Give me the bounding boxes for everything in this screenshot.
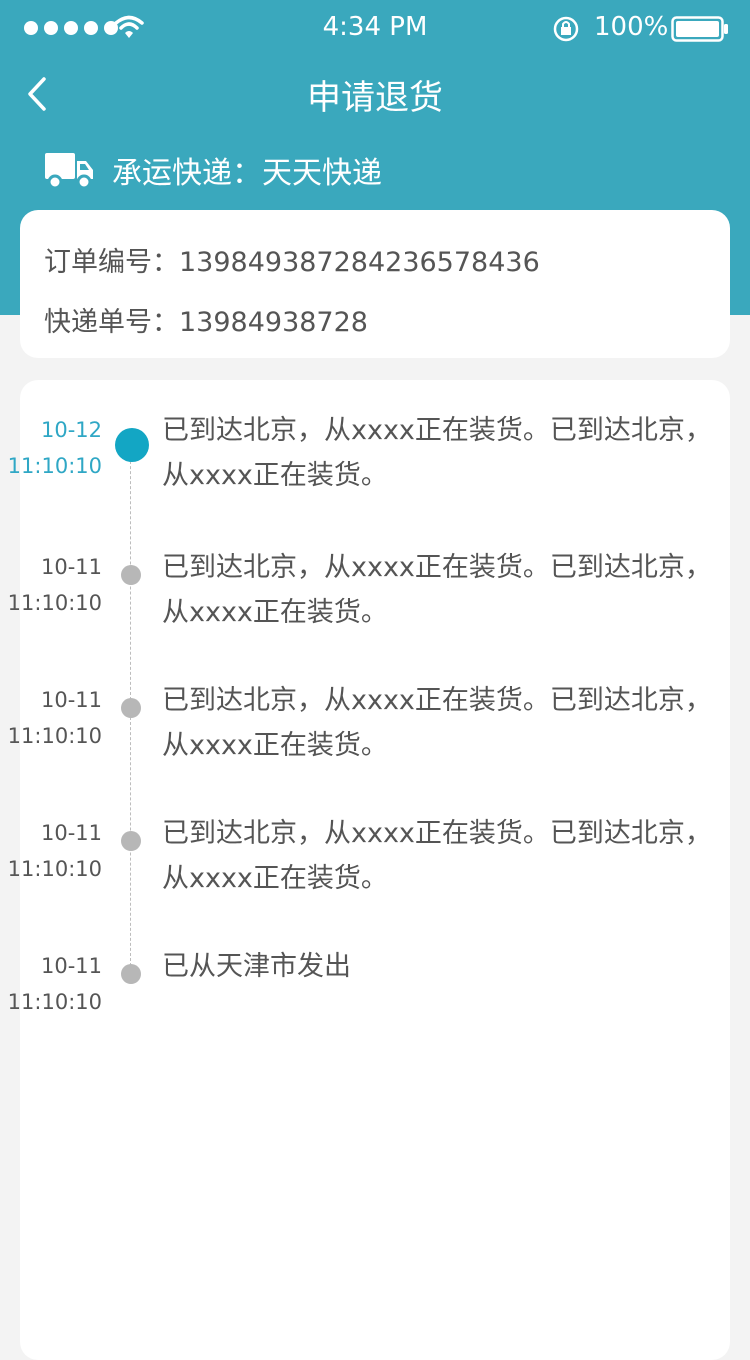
order-info-card: 订单编号：1398493872842365784​36 快递单号：1398493…: [20, 210, 730, 358]
timeline-dot: [121, 565, 141, 585]
carrier-row: 承运快递：天天快递: [44, 148, 382, 192]
timeline-date: 10-12: [40, 418, 102, 442]
timeline-time: 11:10:10: [7, 454, 102, 478]
timeline-text: 已到达北京，从xxxx正在装货。已到达北京，从xxxx正在装货。: [162, 685, 712, 761]
order-number: 订单编号：1398493872842365784​36: [44, 247, 540, 278]
timeline-date: 10-11: [40, 954, 102, 978]
timeline-time: 11:10:10: [7, 990, 102, 1014]
timeline-date: 10-11: [40, 688, 102, 712]
timeline-text: 已到达北京，从xxxx正在装货。已到达北京，从xxxx正在装货。: [162, 415, 712, 491]
status-bar: 4:34 PM 100%: [0, 0, 750, 56]
timeline-text: 已到达北京，从xxxx正在装货。已到达北京，从xxxx正在装货。: [162, 818, 712, 894]
tracking-number: 快递单号：13984938728: [44, 307, 368, 338]
carrier-label: 承运快递：天天快递: [112, 156, 382, 191]
battery-percentage: 100%: [594, 12, 669, 42]
timeline-dot: [121, 831, 141, 851]
timeline-text: 已从天津市发出: [162, 951, 351, 982]
rotation-lock-icon: [553, 16, 579, 42]
timeline-card: 10-12 11:10:10 已到达北京，从xxxx正在装货。已到达北京，从xx…: [8, 380, 730, 1360]
timeline-text: 已到达北京，从xxxx正在装货。已到达北京，从xxxx正在装货。: [162, 552, 712, 628]
timeline-dot: [121, 964, 141, 984]
page-title: 申请退货: [307, 78, 443, 118]
timeline-date: 10-11: [40, 821, 102, 845]
battery-icon: [671, 16, 728, 42]
timeline-dot-active: [115, 428, 149, 462]
timeline-dot: [121, 698, 141, 718]
timeline-time: 11:10:10: [7, 857, 102, 881]
timeline-time: 11:10:10: [7, 724, 102, 748]
truck-icon: [45, 153, 93, 190]
timeline-time: 11:10:10: [7, 591, 102, 615]
timeline-date: 10-11: [40, 555, 102, 579]
